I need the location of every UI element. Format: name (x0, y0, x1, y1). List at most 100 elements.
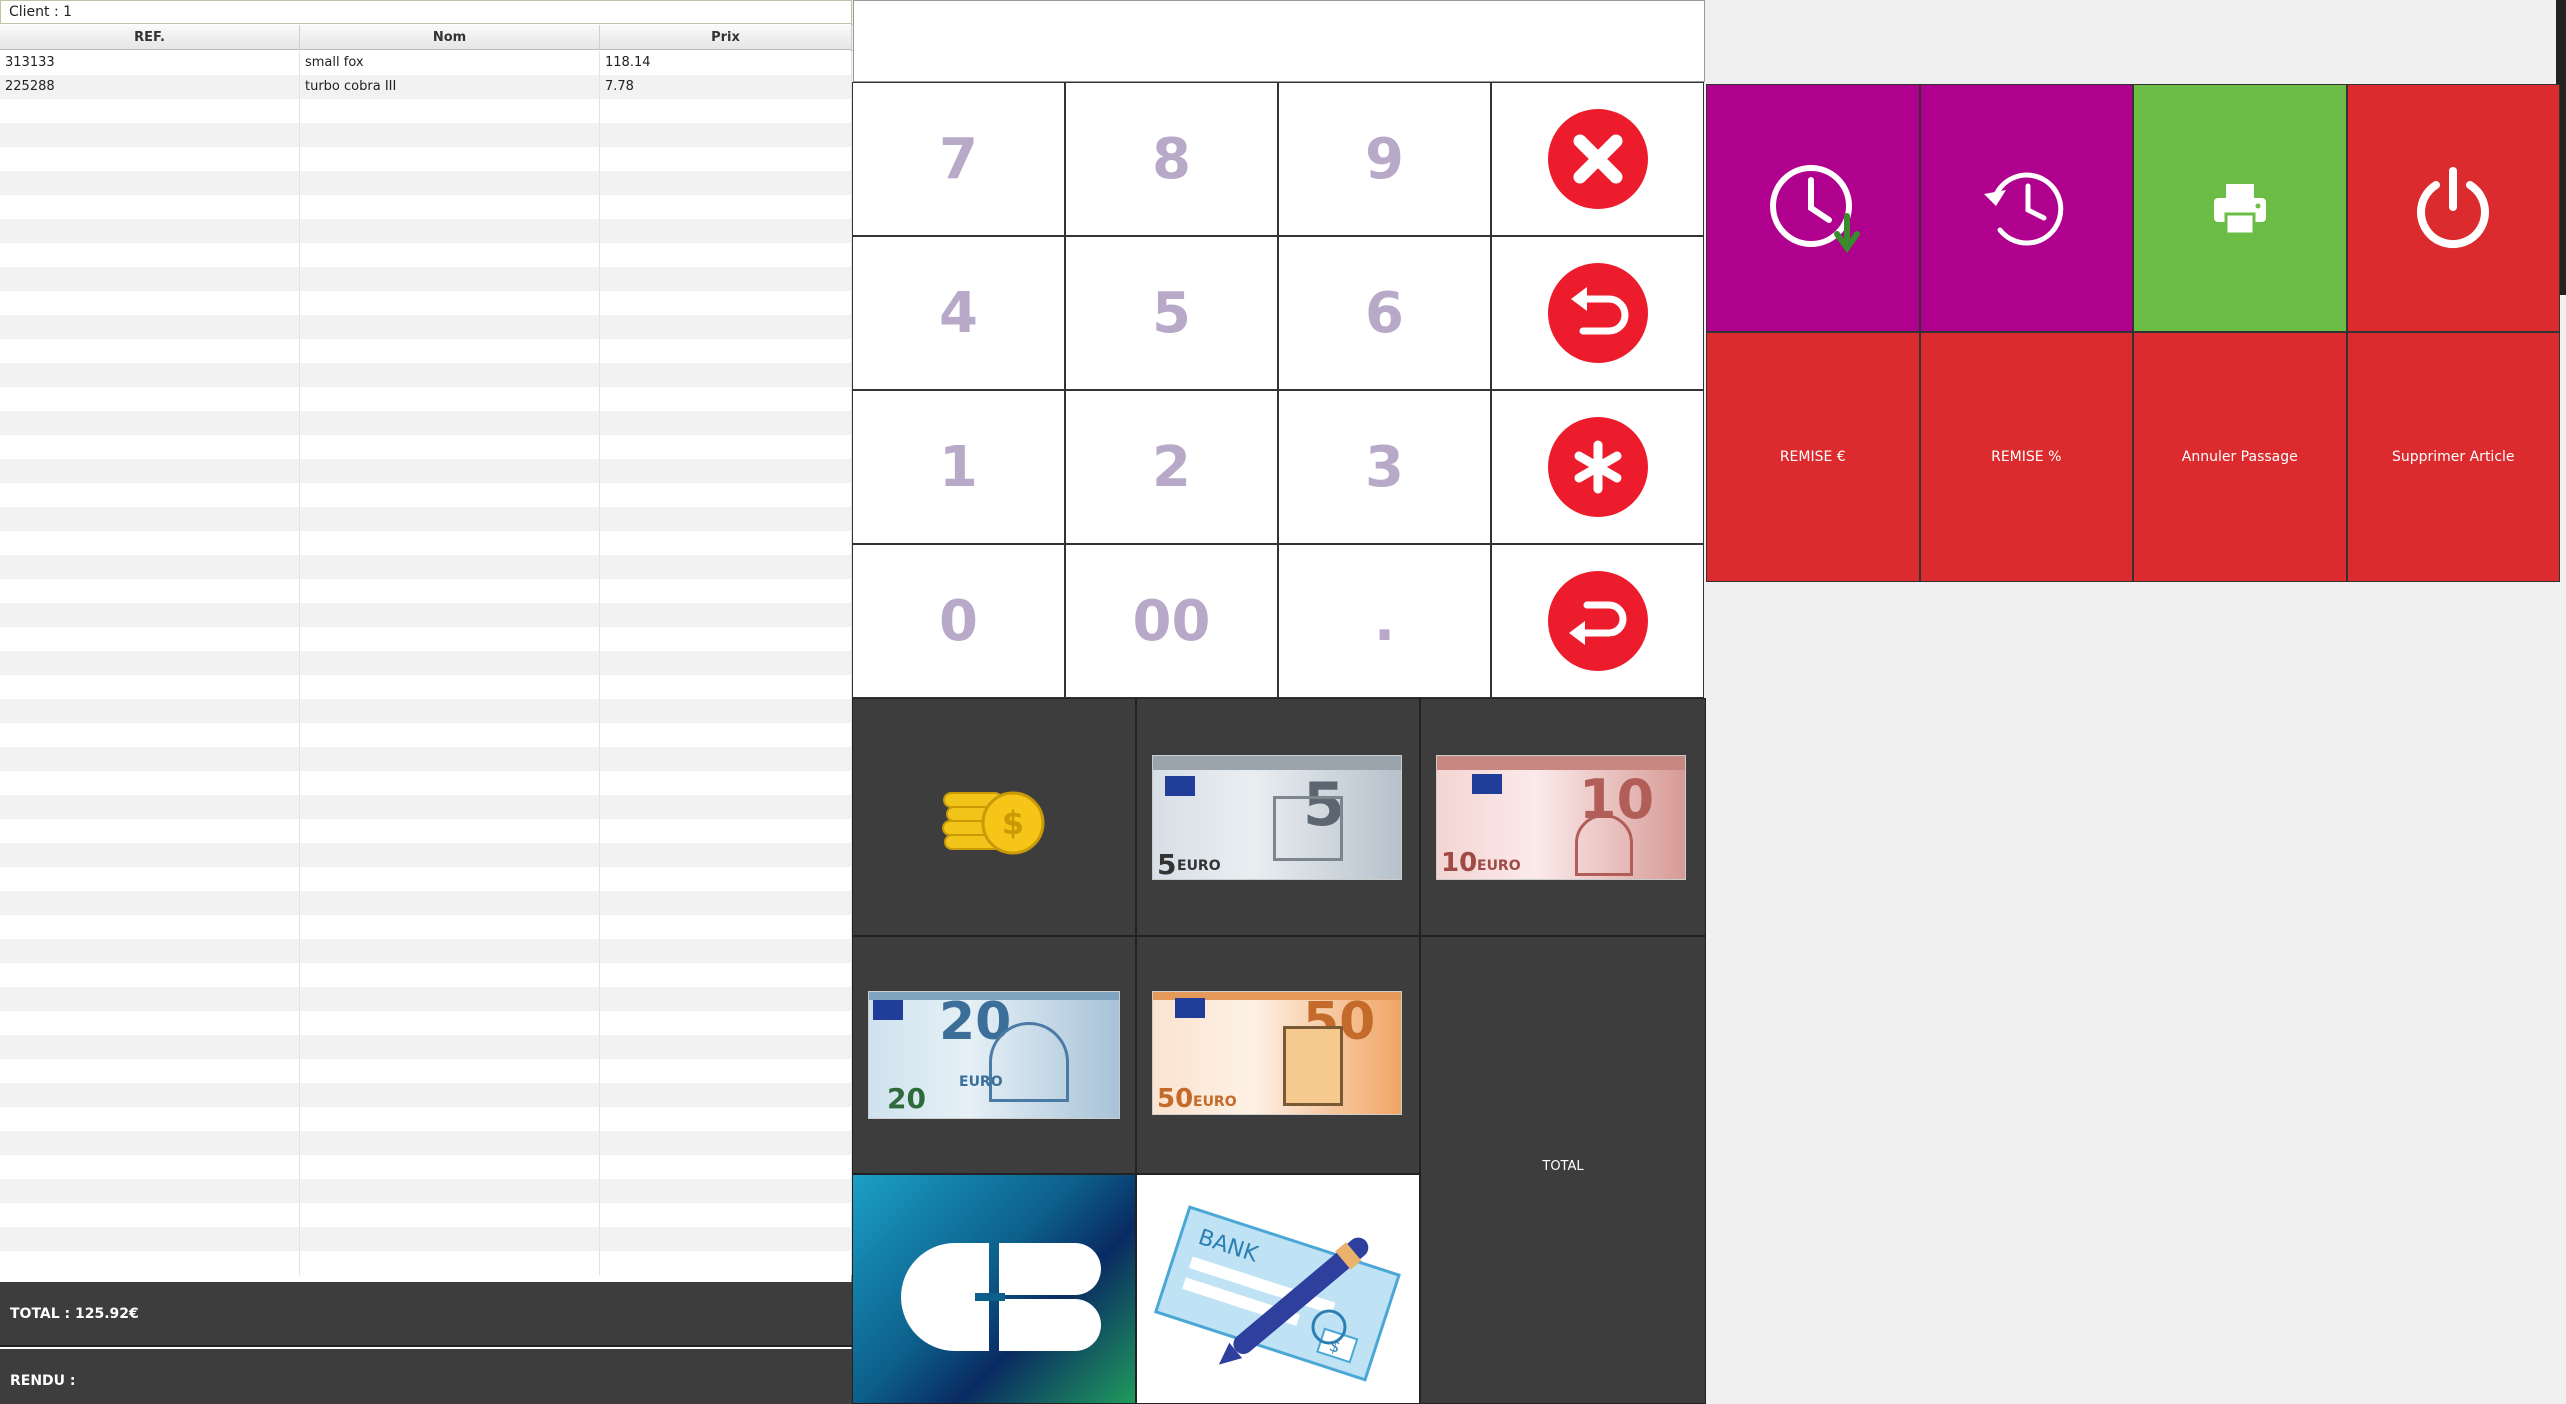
table-row-empty (0, 891, 852, 915)
cell-empty (0, 1011, 300, 1035)
key-1[interactable]: 1 (852, 390, 1065, 544)
cell-empty (0, 195, 300, 219)
cell-empty (0, 99, 300, 123)
cell-empty (600, 195, 852, 219)
table-row-empty (0, 531, 852, 555)
cell-empty (0, 795, 300, 819)
cell-ref: 313133 (0, 51, 300, 75)
table-row-empty (0, 1059, 852, 1083)
cell-empty (600, 723, 852, 747)
cell-empty (0, 603, 300, 627)
20-euro-note-button[interactable]: 20 20 EURO (852, 936, 1136, 1174)
cell-empty (300, 243, 600, 267)
cell-empty (600, 123, 852, 147)
key-2[interactable]: 2 (1065, 390, 1278, 544)
key-decimal[interactable]: . (1278, 544, 1491, 698)
cell-empty (600, 315, 852, 339)
key-4[interactable]: 4 (852, 236, 1065, 390)
table-row-empty (0, 363, 852, 387)
cell-empty (300, 459, 600, 483)
cell-empty (0, 651, 300, 675)
5-euro-note-button[interactable]: 5 5 EURO (1136, 698, 1420, 936)
key-7[interactable]: 7 (852, 82, 1065, 236)
table-row-empty (0, 867, 852, 891)
print-button[interactable] (2133, 84, 2347, 332)
cell-empty (300, 219, 600, 243)
table-row-empty (0, 1227, 852, 1251)
cell-empty (300, 651, 600, 675)
cell-empty (600, 1251, 852, 1275)
key-5[interactable]: 5 (1065, 236, 1278, 390)
table-header: REF. Nom Prix (0, 25, 852, 50)
cell-empty (300, 963, 600, 987)
cell-empty (0, 483, 300, 507)
cell-empty (600, 1155, 852, 1179)
cell-empty (0, 1155, 300, 1179)
table-row-empty (0, 747, 852, 771)
cell-empty (300, 1083, 600, 1107)
50-euro-note-button[interactable]: 50 50 EURO (1136, 936, 1420, 1174)
cb-card-button[interactable]: CB (852, 1174, 1136, 1404)
5-euro-note: 5 5 EURO (1152, 755, 1402, 880)
table-row-empty (0, 1179, 852, 1203)
cell-empty (600, 651, 852, 675)
table-row-empty (0, 771, 852, 795)
supprimer-article-button[interactable]: Supprimer Article (2346, 332, 2560, 582)
cell-empty (0, 579, 300, 603)
cell-prix: 118.14 (600, 51, 852, 75)
bank-check-icon: BANK $ (1153, 1205, 1401, 1382)
column-header-ref[interactable]: REF. (0, 25, 300, 50)
cell-empty (0, 171, 300, 195)
table-row-empty (0, 795, 852, 819)
cell-empty (0, 291, 300, 315)
cell-empty (300, 1107, 600, 1131)
cancel-button[interactable] (1491, 82, 1704, 236)
enter-button[interactable] (1491, 544, 1704, 698)
key-9[interactable]: 9 (1278, 82, 1491, 236)
key-0[interactable]: 0 (852, 544, 1065, 698)
cell-empty (600, 411, 852, 435)
cell-empty (600, 1059, 852, 1083)
cell-empty (0, 315, 300, 339)
key-3[interactable]: 3 (1278, 390, 1491, 544)
cell-empty (600, 915, 852, 939)
10-euro-note: 10 10 EURO (1436, 755, 1686, 880)
table-row-empty (0, 819, 852, 843)
key-8[interactable]: 8 (1065, 82, 1278, 236)
cell-empty (300, 339, 600, 363)
table-row-empty (0, 723, 852, 747)
table-row[interactable]: 225288 turbo cobra III 7.78 (0, 75, 852, 99)
pos-screen: Client : 1 REF. Nom Prix 313133 small fo… (0, 0, 2566, 1404)
backspace-button[interactable] (1491, 236, 1704, 390)
cell-empty (600, 291, 852, 315)
column-header-prix[interactable]: Prix (600, 25, 852, 50)
power-button[interactable] (2346, 84, 2560, 332)
clock-forward-button[interactable] (1706, 84, 1920, 332)
remise-euro-button[interactable]: REMISE € (1706, 332, 1920, 582)
annuler-passage-button[interactable]: Annuler Passage (2133, 332, 2347, 582)
key-6[interactable]: 6 (1278, 236, 1491, 390)
table-row[interactable]: 313133 small fox 118.14 (0, 51, 852, 75)
history-button[interactable] (1919, 84, 2133, 332)
cell-empty (0, 267, 300, 291)
total-button[interactable]: TOTAL (1420, 936, 1706, 1404)
cell-empty (0, 555, 300, 579)
cell-empty (300, 1155, 600, 1179)
cell-empty (0, 1035, 300, 1059)
10-euro-note-button[interactable]: 10 10 EURO (1420, 698, 1706, 936)
remise-percent-button[interactable]: REMISE % (1919, 332, 2133, 582)
key-00[interactable]: 00 (1065, 544, 1278, 698)
cell-empty (600, 387, 852, 411)
table-row-empty (0, 195, 852, 219)
top-right-area (1706, 0, 2566, 84)
coins-button[interactable]: $ (852, 698, 1136, 936)
cell-ref: 225288 (0, 75, 300, 99)
column-header-nom[interactable]: Nom (300, 25, 600, 50)
cell-nom: small fox (300, 51, 600, 75)
bank-check-button[interactable]: BANK $ (1136, 1174, 1420, 1404)
table-row-empty (0, 915, 852, 939)
multiply-button[interactable] (1491, 390, 1704, 544)
cell-empty (300, 123, 600, 147)
cell-empty (300, 819, 600, 843)
cell-empty (300, 699, 600, 723)
